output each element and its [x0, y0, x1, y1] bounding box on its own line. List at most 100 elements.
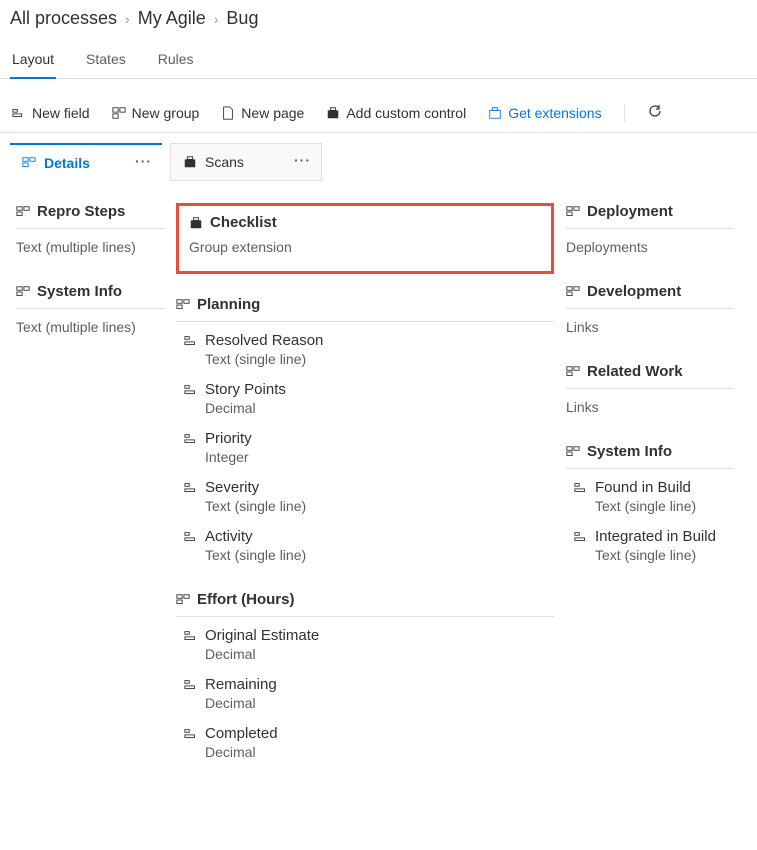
tab-layout[interactable]: Layout: [10, 45, 56, 79]
field-row: Resolved Reason: [184, 332, 554, 349]
field-row: Original Estimate: [184, 627, 554, 644]
new-field-button[interactable]: New field: [12, 105, 90, 121]
field[interactable]: Found in BuildText (single line): [566, 479, 734, 514]
page-icon: [221, 106, 235, 120]
group-subtitle: Links: [566, 399, 734, 415]
add-custom-control-button[interactable]: Add custom control: [326, 105, 466, 121]
group[interactable]: Repro StepsText (multiple lines): [16, 203, 164, 255]
field[interactable]: Resolved ReasonText (single line): [176, 332, 554, 367]
new-group-button[interactable]: New group: [112, 105, 200, 121]
field-name: Severity: [205, 479, 259, 496]
group-title: System Info: [587, 443, 672, 460]
group-header: Related Work: [566, 363, 734, 389]
add-custom-control-label: Add custom control: [346, 105, 466, 121]
group-icon: [176, 593, 190, 607]
new-page-button[interactable]: New page: [221, 105, 304, 121]
group[interactable]: Planning Resolved ReasonText (single line…: [176, 296, 554, 563]
tab-rules[interactable]: Rules: [156, 45, 196, 78]
field[interactable]: PriorityInteger: [176, 430, 554, 465]
field-name: Original Estimate: [205, 627, 319, 644]
group-title: Effort (Hours): [197, 591, 295, 608]
breadcrumb-item[interactable]: Bug: [226, 8, 258, 29]
field-type: Decimal: [184, 400, 554, 416]
group[interactable]: System InfoText (multiple lines): [16, 283, 164, 335]
get-extensions-button[interactable]: Get extensions: [488, 105, 601, 121]
breadcrumb-item[interactable]: All processes: [10, 8, 117, 29]
group-title: Development: [587, 283, 681, 300]
field-type: Decimal: [184, 744, 554, 760]
more-icon[interactable]: ···: [135, 153, 152, 169]
column-3: DeploymentDeploymentsDevelopmentLinksRel…: [560, 203, 740, 788]
field-row: Priority: [184, 430, 554, 447]
refresh-button[interactable]: [647, 103, 663, 122]
layout-tab-scans-label: Scans: [205, 154, 244, 170]
new-field-label: New field: [32, 105, 90, 121]
group-title: Checklist: [210, 214, 277, 231]
col2-groups: Planning Resolved ReasonText (single line…: [176, 296, 554, 760]
field[interactable]: Integrated in Build Text (single line): [566, 528, 734, 563]
separator: [624, 104, 625, 122]
field-type: Decimal: [184, 646, 554, 662]
field-icon: [184, 383, 198, 397]
field[interactable]: Story Points Decimal: [176, 381, 554, 416]
field-row: Activity: [184, 528, 554, 545]
group-header: Planning: [176, 296, 554, 322]
group-header: Deployment: [566, 203, 734, 229]
field-icon: [184, 334, 198, 348]
field[interactable]: ActivityText (single line): [176, 528, 554, 563]
field-name: Activity: [205, 528, 253, 545]
field[interactable]: Original Estimate Decimal: [176, 627, 554, 662]
more-icon[interactable]: ···: [294, 152, 311, 168]
chevron-right-icon: ›: [214, 11, 219, 27]
group-title: System Info: [37, 283, 122, 300]
column-1: Repro StepsText (multiple lines) System I…: [10, 203, 170, 788]
new-group-label: New group: [132, 105, 200, 121]
field-row: Story Points: [184, 381, 554, 398]
field[interactable]: SeverityText (single line): [176, 479, 554, 514]
field[interactable]: Completed Decimal: [176, 725, 554, 760]
group[interactable]: Effort (Hours) Original Estimate Decimal Re…: [176, 591, 554, 760]
checklist-group-highlighted[interactable]: Checklist Group extension: [176, 203, 554, 274]
layout-tab-details-label: Details: [44, 155, 90, 171]
group-header: Development: [566, 283, 734, 309]
field-row: Completed: [184, 725, 554, 742]
toolbar: New field New group New page Add custom …: [0, 93, 757, 133]
field-name: Story Points: [205, 381, 286, 398]
group[interactable]: DeploymentDeployments: [566, 203, 734, 255]
field-type: Text (single line): [574, 547, 734, 563]
field-name: Completed: [205, 725, 278, 742]
layout-tab-scans[interactable]: Scans ···: [170, 143, 322, 181]
group-header: Effort (Hours): [176, 591, 554, 617]
field[interactable]: RemainingDecimal: [176, 676, 554, 711]
tab-states[interactable]: States: [84, 45, 128, 78]
layout-tabs: Details ··· Scans ···: [10, 143, 747, 181]
group-icon: [566, 445, 580, 459]
field-icon: [184, 530, 198, 544]
group-title: Repro Steps: [37, 203, 125, 220]
extension-icon: [488, 106, 502, 120]
group-icon: [566, 285, 580, 299]
breadcrumb-item[interactable]: My Agile: [138, 8, 206, 29]
briefcase-icon: [183, 155, 197, 169]
layout-tab-details[interactable]: Details ···: [10, 143, 162, 181]
group-header: Repro Steps: [16, 203, 164, 229]
group-header: System Info: [16, 283, 164, 309]
field-name: Integrated in Build: [595, 528, 716, 545]
group-icon: [566, 205, 580, 219]
group[interactable]: DevelopmentLinks: [566, 283, 734, 335]
group[interactable]: Related Work Links: [566, 363, 734, 415]
column-2: Checklist Group extension Planning Resolv…: [170, 203, 560, 788]
field-name: Priority: [205, 430, 252, 447]
group-icon: [16, 205, 30, 219]
group-header: Checklist: [189, 214, 541, 235]
group-icon: [566, 365, 580, 379]
field-icon: [184, 481, 198, 495]
field-icon: [184, 432, 198, 446]
group[interactable]: System Info Found in BuildText (single li…: [566, 443, 734, 563]
field-row: Integrated in Build: [574, 528, 734, 545]
field-name: Resolved Reason: [205, 332, 323, 349]
group-subtitle: Group extension: [189, 239, 541, 255]
group-icon: [112, 106, 126, 120]
group-title: Deployment: [587, 203, 673, 220]
briefcase-icon: [189, 216, 203, 230]
